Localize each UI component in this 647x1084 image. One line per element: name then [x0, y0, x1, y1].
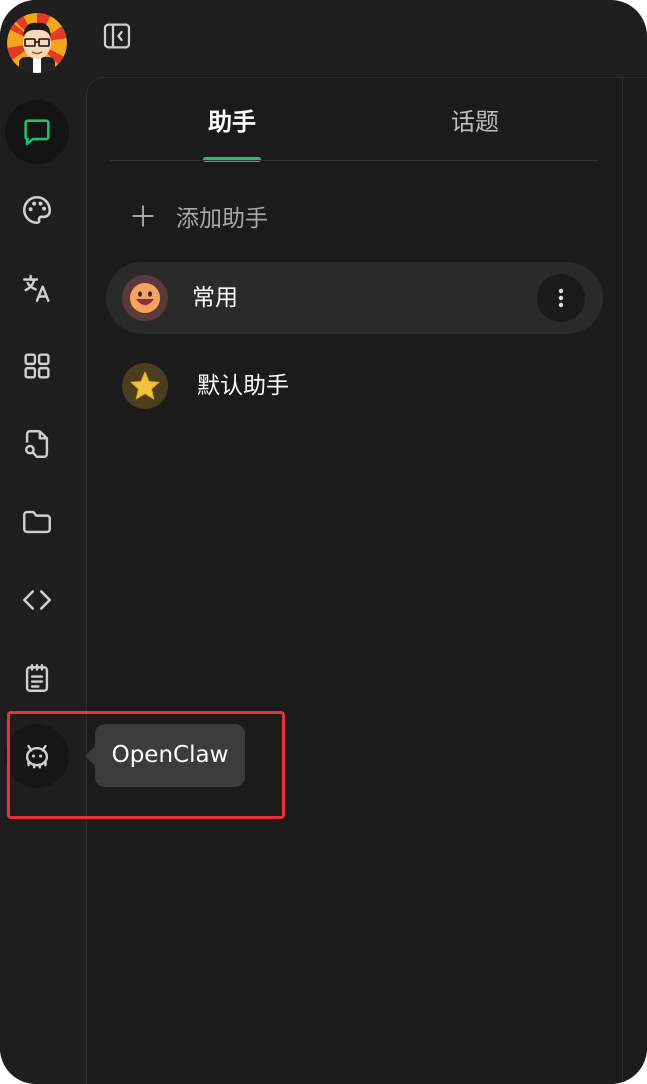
- sidebar-item-file-search[interactable]: [5, 412, 69, 476]
- sidebar-item-chat[interactable]: [5, 100, 69, 164]
- chat-icon: [24, 119, 50, 146]
- translate-icon: [23, 274, 50, 302]
- sidebar-item-code[interactable]: [5, 568, 69, 632]
- tab-assistants[interactable]: 助手: [172, 102, 292, 142]
- apps-grid-icon: [24, 353, 50, 379]
- sidebar-item-translate[interactable]: [5, 256, 69, 320]
- star-emoji: [122, 363, 168, 409]
- palette-icon: [22, 195, 52, 225]
- grinning-face-emoji: [122, 275, 168, 321]
- assistant-item-label: 常用: [192, 285, 238, 311]
- sidebar-toggle-button[interactable]: [98, 17, 136, 55]
- assistant-item-label: 默认助手: [197, 373, 289, 399]
- sidebar-item-files[interactable]: [5, 490, 69, 554]
- assistant-more-button[interactable]: [537, 274, 585, 322]
- tabs-divider: [110, 160, 598, 161]
- tab-topics[interactable]: 话题: [415, 102, 535, 142]
- code-icon: [22, 590, 52, 610]
- sidebar-item-apps[interactable]: [5, 334, 69, 398]
- app-window: 助手 话题 添加助手 常用 默认助手 OpenClaw: [0, 0, 647, 1084]
- sidebar-collapse-icon: [103, 23, 131, 49]
- file-search-icon: [25, 430, 49, 458]
- assistant-item-common[interactable]: 常用: [106, 262, 603, 334]
- content-panel: [622, 77, 647, 1084]
- add-assistant-label: 添加助手: [176, 206, 268, 232]
- plus-icon: [132, 205, 154, 227]
- notes-icon: [25, 664, 49, 692]
- folder-icon: [23, 510, 51, 534]
- sidebar-rail: [0, 0, 86, 1084]
- assistant-item-default[interactable]: 默认助手: [106, 350, 603, 422]
- sidebar-item-notes[interactable]: [5, 646, 69, 710]
- avatar[interactable]: [7, 13, 67, 73]
- add-assistant-button[interactable]: 添加助手: [130, 195, 268, 237]
- more-vertical-icon: [558, 288, 564, 308]
- highlight-annotation: [7, 711, 285, 819]
- sidebar-item-palette[interactable]: [5, 178, 69, 242]
